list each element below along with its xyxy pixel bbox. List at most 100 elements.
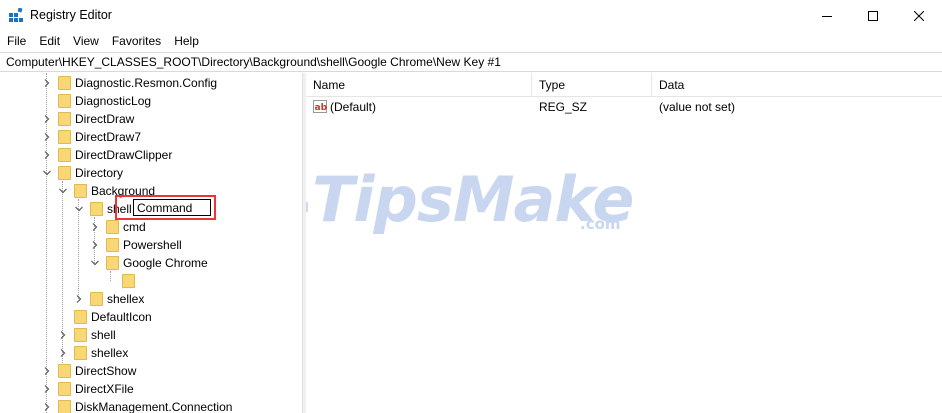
menu-file[interactable]: File — [7, 34, 26, 48]
chevron-down-icon[interactable] — [58, 186, 68, 196]
tree-item-label: DirectDrawClipper — [75, 148, 173, 162]
tree-item[interactable]: DiskManagement.Connection — [0, 398, 301, 413]
value-data: (value not set) — [659, 100, 736, 114]
value-row[interactable]: ab (Default) REG_SZ (value not set) — [306, 98, 942, 116]
key-tree-pane[interactable]: Diagnostic.Resmon.Config DiagnosticLog Dir… — [0, 73, 301, 413]
tree-item[interactable]: shell — [0, 326, 301, 344]
close-button[interactable] — [896, 0, 942, 31]
folder-icon — [90, 292, 103, 306]
tree-item-label: DiskManagement.Connection — [75, 400, 233, 413]
folder-icon — [58, 112, 71, 126]
tree-item[interactable]: shellex — [0, 344, 301, 362]
tree-item-label: shell — [91, 328, 116, 342]
value-type: REG_SZ — [539, 100, 588, 114]
tree-item[interactable]: shellex — [0, 290, 301, 308]
watermark-dash — [306, 202, 308, 212]
string-value-icon: ab — [313, 100, 327, 113]
tree-item[interactable] — [0, 272, 301, 290]
list-header: Name Type Data — [306, 73, 942, 97]
tree-item[interactable]: Directory — [0, 164, 301, 182]
tree-item-label: cmd — [123, 220, 146, 234]
tree-item-label: DirectDraw7 — [75, 130, 142, 144]
chevron-right-icon[interactable] — [42, 150, 52, 160]
chevron-right-icon[interactable] — [42, 78, 52, 88]
watermark-suffix: .com — [580, 215, 621, 233]
chevron-down-icon[interactable] — [42, 168, 52, 178]
title-bar: Registry Editor — [0, 0, 942, 31]
tree-item-label: DirectXFile — [75, 382, 134, 396]
tree-item[interactable]: Powershell — [0, 236, 301, 254]
folder-icon — [90, 202, 103, 216]
folder-icon — [58, 94, 71, 108]
chevron-right-icon[interactable] — [42, 366, 52, 376]
tree-item-label: shellex — [107, 292, 145, 306]
tree-item[interactable]: cmd — [0, 218, 301, 236]
column-header-data[interactable]: Data — [652, 73, 942, 97]
menu-bar: File Edit View Favorites Help — [0, 31, 942, 51]
tree-item-label: shellex — [91, 346, 129, 360]
tree-item-label: DefaultIcon — [91, 310, 152, 324]
value-list-pane[interactable]: Name Type Data ab (Default) REG_SZ (valu… — [306, 73, 942, 413]
tree-item[interactable]: Google Chrome — [0, 254, 301, 272]
tree-item[interactable]: Diagnostic.Resmon.Config — [0, 74, 301, 92]
rename-key-input[interactable] — [133, 199, 211, 216]
tree-item[interactable]: DirectDrawClipper — [0, 146, 301, 164]
tree-item[interactable]: DiagnosticLog — [0, 92, 301, 110]
folder-icon — [58, 148, 71, 162]
value-name: (Default) — [330, 100, 377, 114]
folder-icon — [122, 274, 135, 288]
folder-icon — [74, 328, 87, 342]
maximize-button[interactable] — [850, 0, 896, 31]
chevron-right-icon[interactable] — [42, 402, 52, 412]
chevron-right-icon[interactable] — [74, 294, 84, 304]
column-header-name[interactable]: Name — [306, 73, 532, 97]
folder-icon — [106, 256, 119, 270]
folder-icon — [58, 166, 71, 180]
tree-item-label: Powershell — [123, 238, 182, 252]
menu-view[interactable]: View — [73, 34, 99, 48]
menu-edit[interactable]: Edit — [39, 34, 60, 48]
address-bar[interactable]: Computer\HKEY_CLASSES_ROOT\Directory\Bac… — [0, 52, 942, 72]
tree-item-label: Directory — [75, 166, 124, 180]
folder-icon — [58, 76, 71, 90]
tree-item-label: DirectShow — [75, 364, 137, 378]
chevron-right-icon[interactable] — [58, 348, 68, 358]
tree-item[interactable]: DirectShow — [0, 362, 301, 380]
chevron-down-icon[interactable] — [74, 204, 84, 214]
folder-icon — [74, 184, 87, 198]
tree-item-label: Google Chrome — [123, 256, 208, 270]
minimize-button[interactable] — [804, 0, 850, 31]
tree-item[interactable]: DefaultIcon — [0, 308, 301, 326]
tree-item-label: DirectDraw — [75, 112, 135, 126]
chevron-right-icon[interactable] — [42, 114, 52, 124]
tree-item-label: DiagnosticLog — [75, 94, 152, 108]
folder-icon — [74, 346, 87, 360]
tree-item[interactable]: DirectDraw7 — [0, 128, 301, 146]
folder-icon — [58, 130, 71, 144]
watermark-logo: TipsMake .com — [306, 160, 650, 240]
tree-item[interactable]: DirectDraw — [0, 110, 301, 128]
folder-icon — [74, 310, 87, 324]
tree-item-label: Diagnostic.Resmon.Config — [75, 76, 218, 90]
folder-icon — [58, 364, 71, 378]
chevron-right-icon[interactable] — [90, 222, 100, 232]
column-header-type[interactable]: Type — [532, 73, 652, 97]
registry-editor-icon — [9, 8, 23, 22]
chevron-right-icon[interactable] — [58, 330, 68, 340]
chevron-right-icon[interactable] — [42, 384, 52, 394]
tree-item[interactable]: DirectXFile — [0, 380, 301, 398]
menu-help[interactable]: Help — [174, 34, 199, 48]
svg-text:ab: ab — [315, 103, 328, 113]
folder-icon — [106, 220, 119, 234]
chevron-down-icon[interactable] — [90, 258, 100, 268]
chevron-right-icon[interactable] — [42, 132, 52, 142]
folder-icon — [106, 238, 119, 252]
chevron-right-icon[interactable] — [90, 240, 100, 250]
menu-favorites[interactable]: Favorites — [112, 34, 161, 48]
folder-icon — [58, 382, 71, 396]
close-icon — [914, 10, 924, 21]
maximize-icon — [868, 10, 878, 21]
folder-icon — [58, 400, 71, 413]
minimize-icon — [822, 15, 832, 17]
window-title: Registry Editor — [30, 8, 112, 22]
